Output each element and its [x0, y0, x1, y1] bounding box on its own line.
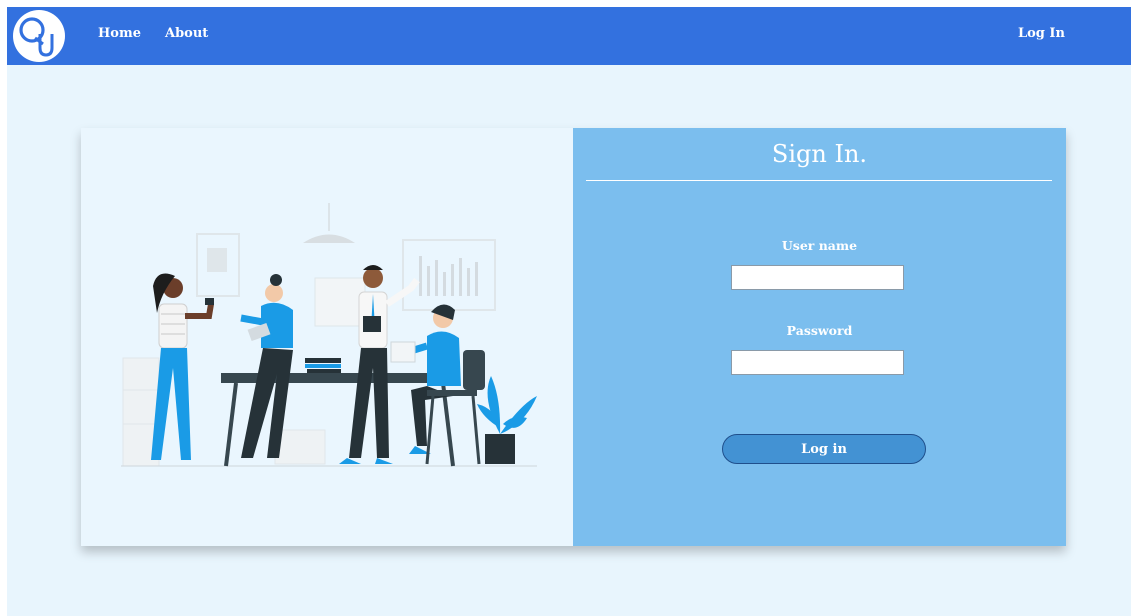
- illustration-panel: [81, 128, 573, 546]
- logo[interactable]: [13, 10, 65, 62]
- logo-mark: [19, 17, 54, 57]
- nav-login-link[interactable]: Log In: [1018, 26, 1065, 41]
- navbar: Home About Log In: [7, 7, 1131, 65]
- signin-panel: Sign In. User name Password Log in: [573, 128, 1066, 546]
- page: Home About Log In Sign In. User name Pas…: [7, 7, 1131, 616]
- nav-about-link[interactable]: About: [165, 26, 208, 41]
- username-input[interactable]: [731, 265, 904, 290]
- team-meeting-illustration: [121, 203, 537, 467]
- signin-divider: [586, 180, 1052, 181]
- username-label: User name: [781, 238, 858, 253]
- login-button[interactable]: Log in: [722, 434, 926, 464]
- login-card: Sign In. User name Password Log in: [81, 128, 1066, 546]
- signin-title: Sign In.: [771, 140, 868, 168]
- password-label: Password: [786, 323, 853, 338]
- nav-home-link[interactable]: Home: [98, 26, 141, 41]
- password-input[interactable]: [731, 350, 904, 375]
